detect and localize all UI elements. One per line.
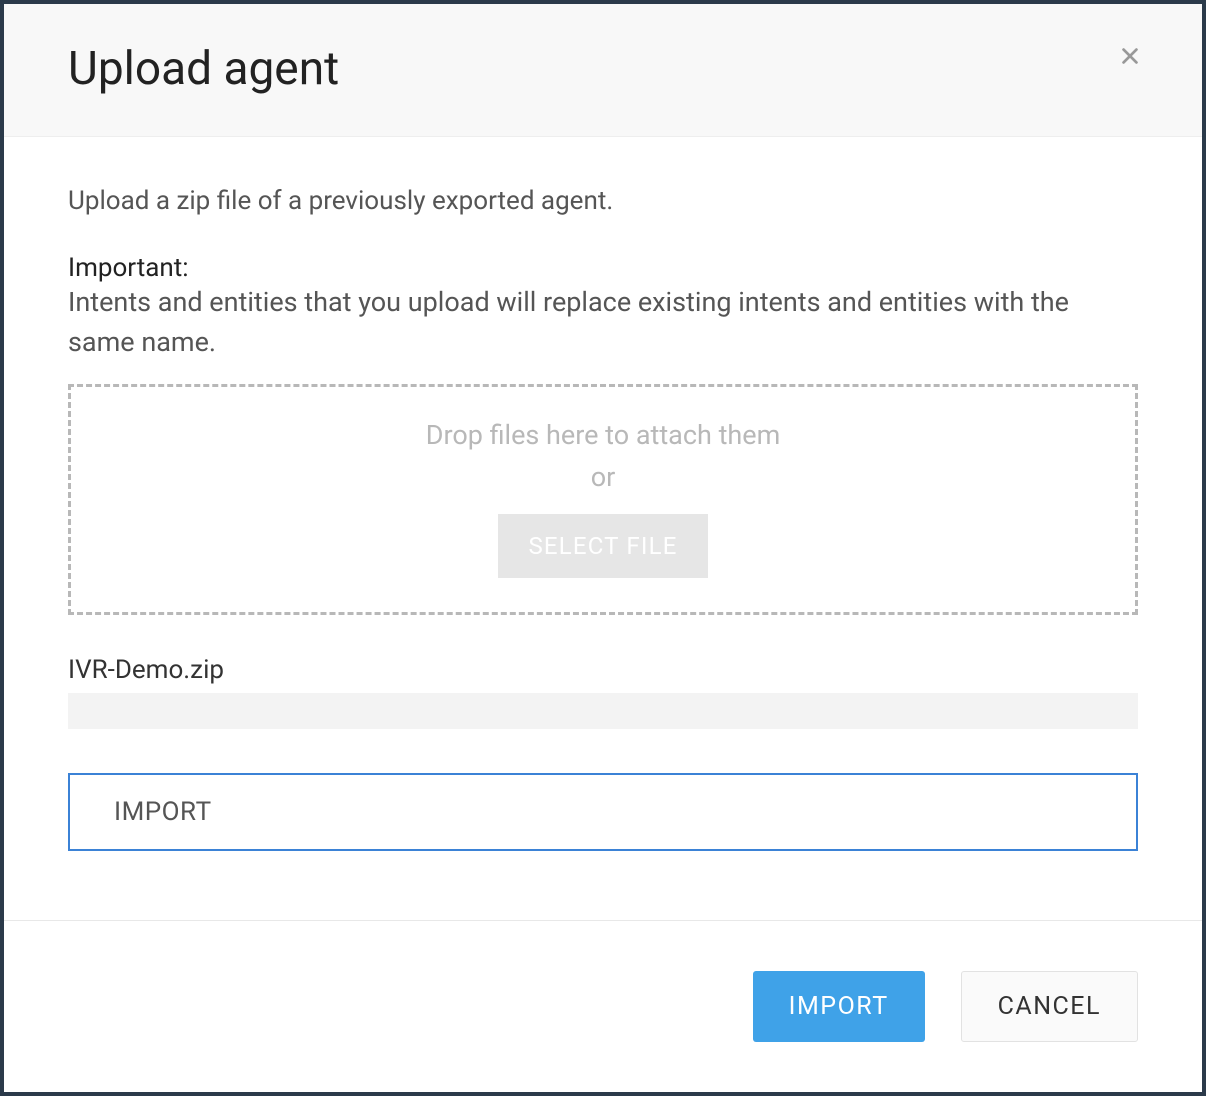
- upload-progress-bar: [68, 693, 1138, 729]
- modal-title: Upload agent: [68, 42, 339, 96]
- intro-text: Upload a zip file of a previously export…: [68, 183, 1138, 219]
- modal-header: Upload agent: [4, 4, 1202, 137]
- dropzone-line1: Drop files here to attach them: [91, 415, 1115, 457]
- important-text: Intents and entities that you upload wil…: [68, 283, 1138, 361]
- import-button[interactable]: IMPORT: [753, 971, 925, 1042]
- important-label: Important:: [68, 253, 189, 283]
- selected-filename: IVR-Demo.zip: [68, 655, 1138, 685]
- modal-footer: IMPORT CANCEL: [4, 920, 1202, 1092]
- confirm-input[interactable]: [68, 773, 1138, 851]
- file-dropzone[interactable]: Drop files here to attach them or SELECT…: [68, 384, 1138, 616]
- modal-body: Upload a zip file of a previously export…: [4, 137, 1202, 920]
- select-file-button[interactable]: SELECT FILE: [498, 514, 707, 578]
- close-icon[interactable]: [1116, 42, 1144, 70]
- cancel-button[interactable]: CANCEL: [961, 971, 1138, 1042]
- dropzone-line2: or: [91, 457, 1115, 499]
- upload-agent-modal: Upload agent Upload a zip file of a prev…: [4, 4, 1202, 1092]
